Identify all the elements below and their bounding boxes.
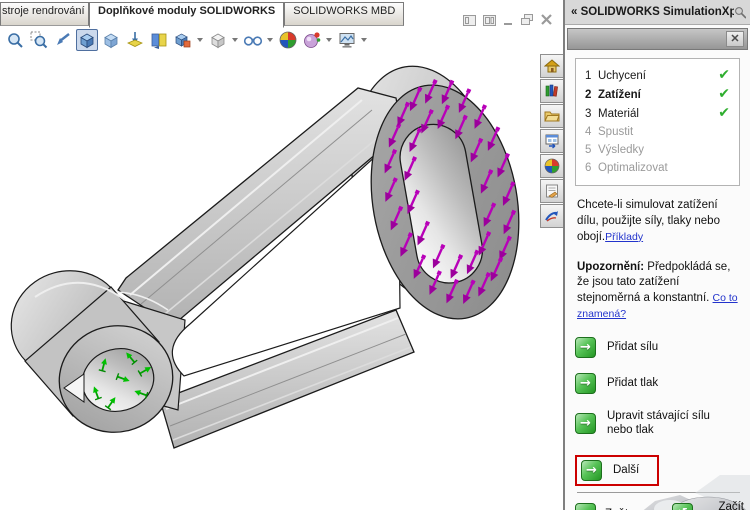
footer-nav: ← Zpět ↺ Začít znovu [565,501,750,510]
green-arrow-icon: → [575,412,596,434]
task-pane-strip [540,54,563,229]
heads-up-view-toolbar [0,27,563,52]
examples-link[interactable]: Příklady [605,231,643,243]
display-style-icon[interactable] [207,29,229,51]
step-vysledky: 5 Výsledky [585,144,645,156]
check-icon: ✔ [718,67,730,83]
window-controls [463,14,553,26]
wizard-titlebar: ✕ [567,28,748,50]
warning-text: Upozornění: Předpokládá se, že jsou tato… [577,260,738,321]
edit-appearance-dropdown-icon[interactable] [326,37,332,42]
display-style-dropdown-icon[interactable] [232,37,238,42]
custom-properties-icon[interactable] [540,179,563,203]
green-back-arrow-icon: ← [575,503,596,510]
previous-view-icon[interactable] [52,29,74,51]
design-library-icon[interactable] [540,79,563,103]
part-model [10,65,520,449]
view-orientation-icon[interactable] [76,28,98,51]
add-force-button[interactable]: → Přidat sílu [575,337,744,359]
tile-window-icon[interactable] [483,14,496,26]
view-palette-icon[interactable] [540,129,563,153]
action-buttons: → Přidat sílu → Přidat tlak → Upravit st… [575,337,744,492]
restore-icon[interactable] [521,14,534,26]
wizard-steps: 1 Uchycení ✔ 2 Zatížení ✔ 3 Materiál ✔ 4 Spusti… [575,58,740,186]
close-icon[interactable] [541,14,553,26]
cascade-window-icon[interactable] [463,14,476,26]
step-spustit: 4 Spustit [585,126,634,138]
hide-show-dropdown-icon[interactable] [267,37,273,42]
step-material: 3 Materiál ✔ [585,105,730,121]
display-style-shaded-icon[interactable] [100,29,122,51]
edit-existing-button[interactable]: → Upravit stávající sílu nebo tlak [575,409,744,438]
zoom-to-fit-icon[interactable] [4,29,26,51]
back-button[interactable]: ← Zpět [575,503,628,510]
panel-title: « SOLIDWORKS SimulationXp... [571,6,734,18]
green-restart-arrow-icon: ↺ [672,503,693,510]
wizard-close-icon[interactable]: ✕ [726,31,744,47]
appearances-icon[interactable] [172,29,194,51]
commandmanager-tabs: stroje rendrování Doplňkové moduly SOLID… [0,0,563,28]
step-uchyceni: 1 Uchycení ✔ [585,67,730,83]
tab-solidworks-mbd[interactable]: SOLIDWORKS MBD [284,2,405,26]
intro-text: Chcete-li simulovat zatížení dílu, použi… [577,199,720,243]
check-icon: ✔ [718,86,730,102]
restart-button[interactable]: ↺ Začít znovu [672,501,744,510]
workspace: stroje rendrování Doplňkové moduly SOLID… [0,0,563,510]
home-icon[interactable] [540,54,563,78]
wizard-body: 1 Uchycení ✔ 2 Zatížení ✔ 3 Materiál ✔ 4 Spusti… [565,50,750,510]
view-settings-icon[interactable] [148,29,170,51]
graphics-area[interactable] [0,52,563,510]
realview-icon[interactable] [277,29,299,51]
solidworks-forum-icon[interactable] [540,204,563,228]
tab-render-tools[interactable]: stroje rendrování [0,2,89,26]
zoom-to-area-icon[interactable] [28,29,50,51]
green-arrow-icon: → [575,373,596,395]
green-arrow-icon: → [575,337,596,359]
solidworks-window: stroje rendrování Doplňkové moduly SOLID… [0,0,750,510]
tab-addins[interactable]: Doplňkové moduly SOLIDWORKS [89,2,285,28]
section-view-icon[interactable] [124,29,146,51]
edit-appearance-icon[interactable] [301,29,323,51]
simulationxpress-panel: « SOLIDWORKS SimulationXp... ✕ 1 Uchycení… [563,0,750,510]
minimize-icon[interactable] [503,15,514,26]
apply-scene-dropdown-icon[interactable] [361,37,367,42]
hide-show-items-icon[interactable] [242,29,264,51]
file-explorer-icon[interactable] [540,104,563,128]
appearances-scenes-icon[interactable] [540,154,563,178]
task-pane-header: « SOLIDWORKS SimulationXp... [565,0,750,25]
wizard-footer: ← Zpět ↺ Začít znovu [565,475,750,510]
step-optimalizovat: 6 Optimalizovat [585,162,668,174]
green-arrow-icon: → [581,459,602,481]
step-zatizeni: 2 Zatížení ✔ [585,86,730,102]
apply-scene-icon[interactable] [336,29,358,51]
pin-icon[interactable] [734,6,746,19]
check-icon: ✔ [718,105,730,121]
appearances-dropdown-icon[interactable] [197,37,203,42]
add-pressure-button[interactable]: → Přidat tlak [575,373,744,395]
